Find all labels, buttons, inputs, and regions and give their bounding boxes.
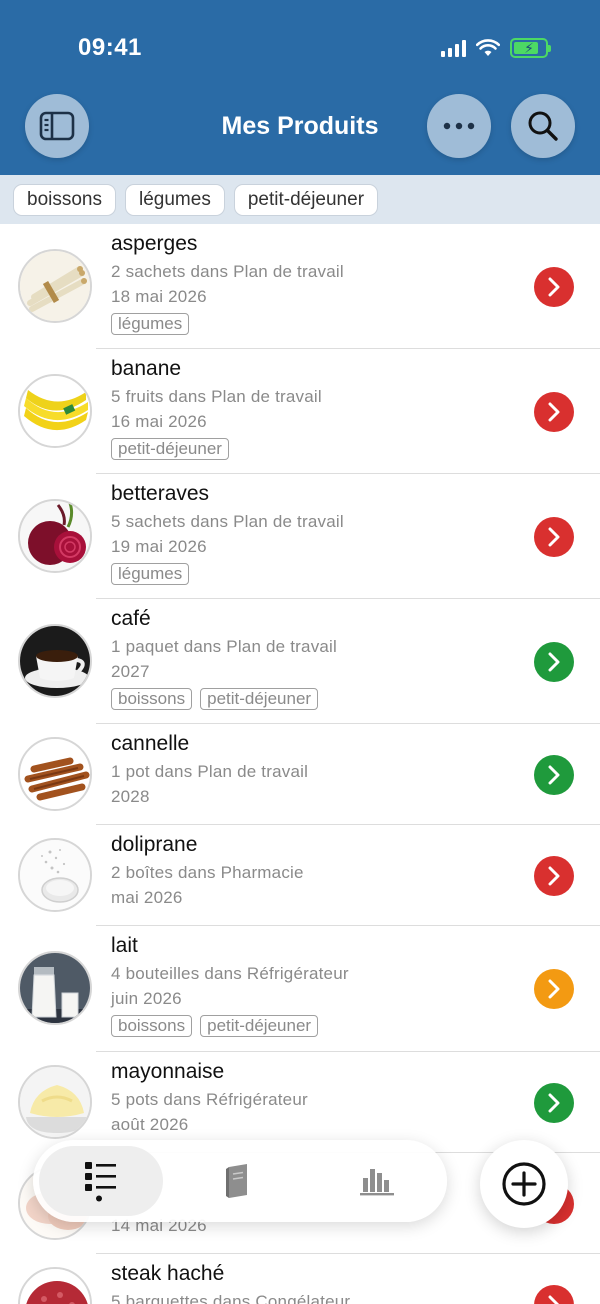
product-name: lait — [111, 934, 138, 957]
search-icon — [528, 111, 558, 141]
status-chevron-button[interactable] — [534, 755, 574, 795]
battery-icon: ⚡ — [510, 38, 551, 58]
product-thumbnail — [18, 1065, 92, 1139]
tab-list[interactable] — [76, 1156, 126, 1206]
product-row[interactable]: steak haché 5 barquettes dans Congélateur — [0, 1254, 600, 1304]
product-row[interactable]: betteraves 5 sachets dans Plan de travail… — [0, 474, 600, 599]
product-tags: boissons petit-déjeuner — [111, 688, 319, 710]
chevron-right-icon — [548, 1295, 560, 1304]
product-row[interactable]: doliprane 2 boîtes dans Pharmacie mai 2026 — [0, 825, 600, 926]
status-chevron-button[interactable] — [534, 856, 574, 896]
chevron-right-icon — [548, 402, 560, 422]
product-quantity: 1 pot dans Plan de travail — [111, 762, 309, 781]
product-tags: petit-déjeuner — [111, 438, 229, 460]
product-expiry-date: août 2026 — [111, 1115, 189, 1134]
product-quantity: 5 pots dans Réfrigérateur — [111, 1090, 308, 1109]
product-thumbnail — [18, 951, 92, 1025]
product-quantity: 1 paquet dans Plan de travail — [111, 637, 338, 656]
status-chevron-button[interactable] — [534, 517, 574, 557]
status-icons: ⚡ — [441, 38, 551, 58]
status-chevron-button[interactable] — [534, 642, 574, 682]
product-quantity: 2 boîtes dans Pharmacie — [111, 863, 304, 882]
chevron-right-icon — [548, 765, 560, 785]
product-row[interactable]: mayonnaise 5 pots dans Réfrigérateur août … — [0, 1052, 600, 1153]
chevron-right-icon — [548, 1093, 560, 1113]
add-circle-icon — [502, 1162, 546, 1206]
status-chevron-button[interactable] — [534, 1083, 574, 1123]
product-name: mayonnaise — [111, 1060, 225, 1083]
product-expiry-date: juin 2026 — [111, 989, 182, 1008]
product-name: doliprane — [111, 833, 198, 856]
chevron-right-icon — [548, 979, 560, 999]
wifi-icon — [476, 39, 500, 56]
product-name: cannelle — [111, 732, 190, 755]
product-expiry-date: 19 mai 2026 — [111, 537, 207, 556]
status-chevron-button[interactable] — [534, 392, 574, 432]
filter-chip[interactable]: légumes — [125, 183, 225, 216]
product-row[interactable]: café 1 paquet dans Plan de travail 2027 boi… — [0, 599, 600, 724]
product-tag: petit-déjeuner — [200, 1015, 319, 1037]
product-tag: boissons — [111, 688, 193, 710]
product-name: steak haché — [111, 1262, 225, 1285]
product-tag: petit-déjeuner — [200, 688, 319, 710]
tab-stats[interactable] — [352, 1156, 402, 1206]
product-name: café — [111, 607, 151, 630]
product-row[interactable]: lait 4 bouteilles dans Réfrigérateur juin … — [0, 926, 600, 1052]
chevron-right-icon — [548, 866, 560, 886]
status-chevron-button[interactable] — [534, 267, 574, 307]
book-icon — [226, 1164, 247, 1198]
product-thumbnail — [18, 249, 92, 323]
header: 09:41 ⚡ Mes Produits — [0, 0, 600, 175]
product-expiry-date: 2028 — [111, 787, 150, 806]
product-name: asperges — [111, 232, 198, 255]
more-options-button[interactable] — [427, 94, 491, 158]
filter-chips: boissons légumes petit-déjeuner — [0, 175, 600, 224]
status-chevron-button[interactable] — [534, 969, 574, 1009]
product-row[interactable]: cannelle 1 pot dans Plan de travail 2028 — [0, 724, 600, 825]
product-name: betteraves — [111, 482, 210, 505]
product-tag: petit-déjeuner — [111, 438, 229, 460]
list-icon — [85, 1162, 116, 1202]
product-tag: légumes — [111, 313, 190, 335]
product-quantity: 5 fruits dans Plan de travail — [111, 387, 322, 406]
product-tags: légumes — [111, 563, 190, 585]
product-quantity: 5 barquettes dans Congélateur — [111, 1292, 351, 1304]
product-thumbnail — [18, 737, 92, 811]
product-thumbnail — [18, 374, 92, 448]
page-title: Mes Produits — [221, 112, 379, 140]
signal-icon — [441, 39, 466, 57]
tab-journal[interactable] — [213, 1156, 263, 1206]
status-chevron-button[interactable] — [534, 1285, 574, 1304]
product-quantity: 2 sachets dans Plan de travail — [111, 262, 344, 281]
product-tags: boissons petit-déjeuner — [111, 1015, 319, 1037]
status-time: 09:41 — [78, 34, 142, 61]
product-expiry-date: 18 mai 2026 — [111, 287, 207, 306]
product-quantity: 5 sachets dans Plan de travail — [111, 512, 344, 531]
product-tag: légumes — [111, 563, 190, 585]
chart-icon — [360, 1169, 394, 1196]
chevron-right-icon — [548, 527, 560, 547]
product-thumbnail — [18, 838, 92, 912]
search-button[interactable] — [511, 94, 575, 158]
product-thumbnail — [18, 624, 92, 698]
product-row[interactable]: asperges 2 sachets dans Plan de travail 18… — [0, 224, 600, 349]
add-product-button[interactable] — [480, 1140, 568, 1228]
tab-bar — [33, 1140, 447, 1222]
product-row[interactable]: banane 5 fruits dans Plan de travail 16 ma… — [0, 349, 600, 474]
product-quantity: 4 bouteilles dans Réfrigérateur — [111, 964, 349, 983]
product-name: banane — [111, 357, 182, 380]
product-expiry-date: mai 2026 — [111, 888, 183, 907]
product-thumbnail — [18, 1267, 92, 1304]
filter-chip[interactable]: boissons — [13, 183, 116, 216]
status-bar: 09:41 ⚡ — [0, 0, 600, 90]
ellipsis-icon — [443, 122, 475, 130]
filter-chip[interactable]: petit-déjeuner — [233, 183, 379, 216]
product-expiry-date: 16 mai 2026 — [111, 412, 207, 431]
chevron-right-icon — [548, 277, 560, 297]
product-tags: légumes — [111, 313, 190, 335]
chevron-right-icon — [548, 652, 560, 672]
product-expiry-date: 2027 — [111, 662, 150, 681]
product-thumbnail — [18, 499, 92, 573]
product-tag: boissons — [111, 1015, 193, 1037]
